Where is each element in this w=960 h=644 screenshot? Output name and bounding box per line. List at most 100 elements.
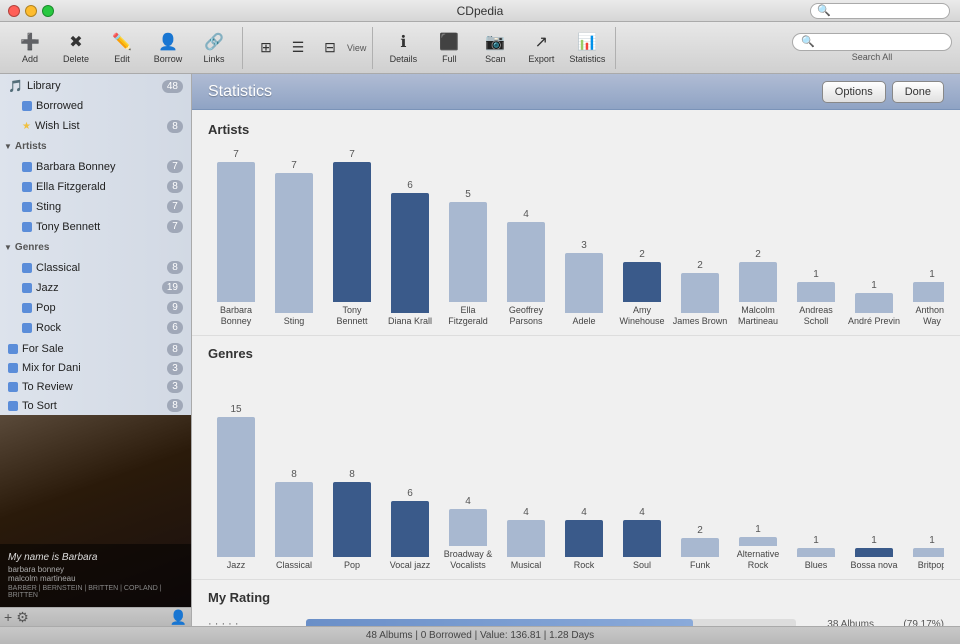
add-playlist-button[interactable]: +: [4, 609, 12, 625]
bar-item: 1 Blues: [788, 535, 844, 571]
sidebar-borrowed-label: Borrowed: [36, 100, 183, 112]
rock-color-dot: [22, 323, 32, 333]
titlebar-search-input[interactable]: [810, 3, 950, 19]
sidebar-item-ella-fitzgerald[interactable]: Ella Fitzgerald 8: [0, 177, 191, 197]
sidebar-genres-header[interactable]: ▼ Genres: [0, 239, 191, 256]
bar-fill: [797, 282, 835, 302]
bar-item: 8 Pop: [324, 469, 380, 571]
sidebar-artists-header[interactable]: ▼ Artists: [0, 138, 191, 155]
edit-icon: ✏️: [112, 32, 132, 52]
genres-section-title: Genres: [208, 346, 944, 361]
sidebar-classical-label: Classical: [36, 262, 167, 274]
toolbar: ➕ Add ✖ Delete ✏️ Edit 👤 Borrow 🔗 Links …: [0, 22, 960, 74]
bar-label: Blues: [805, 560, 828, 571]
options-button[interactable]: Options: [822, 81, 886, 103]
settings-button[interactable]: ⚙: [16, 609, 29, 626]
bar-item: 2 Funk: [672, 525, 728, 571]
links-button[interactable]: 🔗 Links: [192, 27, 236, 69]
bar-value: 8: [291, 469, 297, 480]
bar-item: 5 Ella Fitzgerald: [440, 189, 496, 327]
bar-label: Musical: [511, 560, 542, 571]
bar-label: Jazz: [227, 560, 246, 571]
sidebar-item-for-sale[interactable]: For Sale 8: [0, 340, 191, 359]
bar-value: 4: [465, 496, 471, 507]
sidebar-item-sting[interactable]: Sting 7: [0, 197, 191, 217]
edit-button[interactable]: ✏️ Edit: [100, 27, 144, 69]
statistics-icon: 📊: [577, 32, 597, 52]
view-list-icon: ☰: [292, 39, 305, 56]
sidebar-wishlist-count: 8: [167, 120, 183, 133]
view-columns-button[interactable]: ⊟: [315, 27, 345, 69]
rating-pct: (79.17%): [874, 619, 944, 627]
sidebar-item-classical[interactable]: Classical 8: [0, 258, 191, 278]
bar-value: 15: [230, 404, 241, 415]
bar-value: 1: [813, 269, 819, 280]
sidebar-tony-label: Tony Bennett: [36, 221, 167, 233]
tosort-color-dot: [8, 401, 18, 411]
bar-fill: [797, 548, 835, 557]
scan-button[interactable]: 📷 Scan: [473, 27, 517, 69]
titlebar: CDpedia: [0, 0, 960, 22]
sidebar-item-to-sort[interactable]: To Sort 8: [0, 396, 191, 415]
bar-item: 1 Andreas Scholl: [788, 269, 844, 327]
sidebar-tosort-label: To Sort: [22, 400, 167, 412]
user-button[interactable]: 👤: [170, 609, 187, 626]
done-button[interactable]: Done: [892, 81, 944, 103]
close-button[interactable]: [8, 5, 20, 17]
ratings-container: · · · · · 38 Albums (79.17%) ★★★★ · 2 Al…: [208, 615, 944, 626]
sidebar-item-borrowed[interactable]: Borrowed: [0, 96, 191, 116]
sidebar-item-rock[interactable]: Rock 6: [0, 318, 191, 338]
window-controls[interactable]: [8, 5, 54, 17]
sidebar-item-library[interactable]: 🎵 Library 48: [0, 76, 191, 96]
status-text: 48 Albums | 0 Borrowed | Value: 136.81 |…: [366, 630, 594, 641]
sidebar-toreview-label: To Review: [22, 381, 167, 393]
sidebar-item-mix-for-dani[interactable]: Mix for Dani 3: [0, 359, 191, 378]
delete-button[interactable]: ✖ Delete: [54, 27, 98, 69]
view-columns-icon: ⊟: [324, 39, 336, 56]
ella-color-dot: [22, 182, 32, 192]
bar-fill: [623, 520, 661, 557]
full-button[interactable]: ⬛ Full: [427, 27, 471, 69]
sidebar-item-pop[interactable]: Pop 9: [0, 298, 191, 318]
sidebar-mixdani-count: 3: [167, 362, 183, 375]
minimize-button[interactable]: [25, 5, 37, 17]
maximize-button[interactable]: [42, 5, 54, 17]
toreview-color-dot: [8, 382, 18, 392]
bar-value: 1: [929, 535, 935, 546]
add-button[interactable]: ➕ Add: [8, 27, 52, 69]
sidebar-item-to-review[interactable]: To Review 3: [0, 378, 191, 397]
sidebar-item-jazz[interactable]: Jazz 19: [0, 278, 191, 298]
bar-label: Ella Fitzgerald: [448, 305, 488, 327]
export-button[interactable]: ↗ Export: [519, 27, 563, 69]
album-detail: BARBER | BERNSTEIN | BRITTEN | COPLAND |…: [8, 585, 184, 599]
bar-fill: [913, 548, 944, 557]
bar-item: 4 Rock: [556, 507, 612, 571]
bar-fill: [275, 482, 313, 557]
details-button[interactable]: ℹ Details: [381, 27, 425, 69]
view-label: View: [347, 43, 366, 53]
rating-section: My Rating · · · · · 38 Albums (79.17%) ★…: [192, 579, 960, 626]
bar-item: 2 Malcolm Martineau: [730, 249, 786, 327]
export-icon: ↗: [535, 32, 548, 52]
sidebar-item-tony-bennett[interactable]: Tony Bennett 7: [0, 217, 191, 237]
sidebar-library-label: Library: [27, 80, 162, 92]
sidebar-forsale-count: 8: [167, 343, 183, 356]
bar-label: Britpop: [918, 560, 944, 571]
bar-value: 7: [291, 160, 297, 171]
borrow-button[interactable]: 👤 Borrow: [146, 27, 190, 69]
stats-title: Statistics: [208, 83, 272, 101]
bar-value: 4: [639, 507, 645, 518]
sidebar-item-wishlist[interactable]: ★ Wish List 8: [0, 116, 191, 136]
bar-value: 1: [871, 280, 877, 291]
bar-value: 7: [349, 149, 355, 160]
statistics-button[interactable]: 📊 Statistics: [565, 27, 609, 69]
bar-value: 1: [813, 535, 819, 546]
bar-fill: [333, 482, 371, 557]
sidebar-forsale-label: For Sale: [22, 343, 167, 355]
sidebar-item-barbara-bonney[interactable]: Barbara Bonney 7: [0, 157, 191, 177]
search-input[interactable]: [792, 33, 952, 51]
view-list-button[interactable]: ☰: [283, 27, 313, 69]
sidebar-jazz-label: Jazz: [36, 282, 162, 294]
view-icons-button[interactable]: ⊞: [251, 27, 281, 69]
sidebar-ella-count: 8: [167, 180, 183, 193]
